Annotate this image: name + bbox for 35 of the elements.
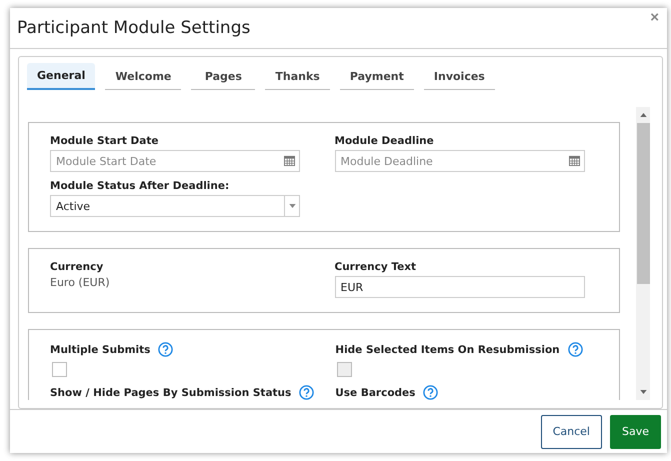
input-field[interactable]: EUR xyxy=(334,276,584,298)
calendar-icon[interactable] xyxy=(284,155,295,166)
field-label: Use Barcodes xyxy=(335,386,416,398)
cancel-button[interactable]: Cancel xyxy=(540,414,602,448)
help-icon[interactable] xyxy=(423,385,438,400)
tab[interactable]: Invoices xyxy=(424,63,495,90)
tab[interactable]: Payment xyxy=(340,63,414,90)
calendar-icon[interactable] xyxy=(568,155,580,166)
scroll-up-icon[interactable] xyxy=(640,113,646,117)
field-label: Multiple Submits xyxy=(50,344,150,356)
date-field[interactable]: Module Start Date xyxy=(50,150,300,172)
tab[interactable]: Welcome xyxy=(105,63,182,90)
date-field[interactable]: Module Deadline xyxy=(334,150,584,172)
checkbox[interactable] xyxy=(52,362,67,377)
help-icon[interactable] xyxy=(299,385,314,400)
scrollbar-thumb[interactable] xyxy=(636,123,650,284)
tab[interactable]: Pages xyxy=(191,63,256,90)
window-title: Participant Module Settings xyxy=(17,18,250,38)
close-button[interactable]: × xyxy=(650,10,659,26)
field-label: Currency Text xyxy=(334,261,416,273)
scrollbar[interactable] xyxy=(636,107,650,400)
field-label: Show / Hide Pages By Submission Status xyxy=(50,386,292,398)
save-button[interactable]: Save xyxy=(610,414,661,448)
tab[interactable]: Thanks xyxy=(265,63,330,90)
status-dropdown[interactable]: Active xyxy=(50,195,300,217)
tab[interactable]: General xyxy=(27,63,96,90)
field-label: Module Status After Deadline: xyxy=(50,180,230,192)
field-label: Module Deadline xyxy=(334,135,434,147)
field-label: Currency xyxy=(50,261,104,273)
caret-icon xyxy=(288,204,296,208)
field-value: Euro (EUR) xyxy=(50,276,111,289)
field-label: Module Start Date xyxy=(50,135,158,147)
help-icon[interactable] xyxy=(158,342,174,357)
scroll-down-icon[interactable] xyxy=(640,390,646,394)
field-label: Hide Selected Items On Resubmission xyxy=(335,344,560,356)
